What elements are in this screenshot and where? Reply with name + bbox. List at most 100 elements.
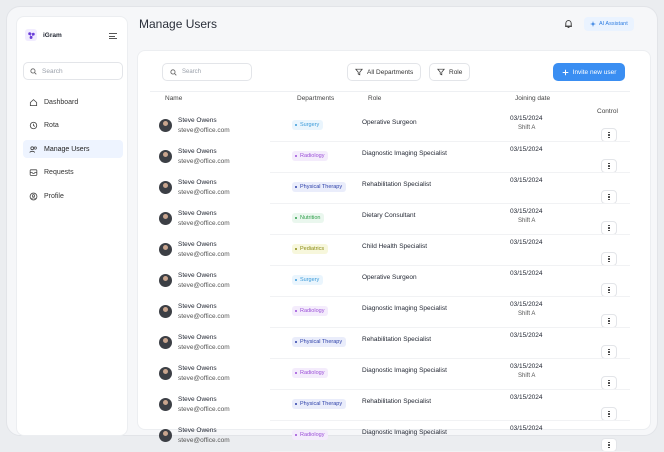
shift-label: Shift A	[518, 311, 536, 317]
filter-icon	[355, 68, 363, 76]
avatar	[159, 429, 172, 442]
row-actions-button[interactable]	[601, 314, 617, 328]
user-role: Rehabilitation Specialist	[362, 336, 432, 343]
table-row: Steve Owens steve@office.com Physical Ther…	[0, 328, 664, 359]
joining-date: 03/15/2024	[510, 394, 543, 401]
row-actions-button[interactable]	[601, 159, 617, 173]
table-row: Steve Owens steve@office.com Surgery Operat…	[0, 111, 664, 142]
table-row: Steve Owens steve@office.com Pediatrics Chi…	[0, 235, 664, 266]
sidebar-item-label: Dashboard	[44, 98, 79, 106]
user-name: Steve Owens	[178, 148, 217, 155]
search-icon	[30, 67, 37, 75]
kebab-dot	[608, 229, 610, 232]
user-name: Steve Owens	[178, 241, 217, 248]
kebab-dot	[608, 162, 610, 165]
kebab-dot	[608, 196, 610, 198]
home-icon	[29, 98, 38, 106]
row-actions-button[interactable]	[601, 376, 617, 390]
user-role: Operative Surgeon	[362, 274, 417, 281]
joining-date: 03/15/2024	[510, 363, 543, 370]
row-actions-button[interactable]	[601, 252, 617, 266]
department-badge: Radiology	[292, 306, 329, 316]
user-email: steve@office.com	[178, 220, 230, 227]
kebab-dot	[608, 224, 610, 227]
table-row: Steve Owens steve@office.com Surgery Operat…	[0, 266, 664, 297]
invite-user-button[interactable]: Invite new user	[553, 63, 625, 81]
user-email: steve@office.com	[178, 437, 230, 444]
user-role: Operative Surgeon	[362, 119, 417, 126]
row-actions-button[interactable]	[601, 221, 617, 235]
avatar	[159, 274, 172, 287]
kebab-dot	[608, 415, 610, 418]
ai-assistant-button[interactable]: AI Assistant	[584, 17, 634, 31]
joining-date: 03/15/2024	[510, 332, 543, 339]
sidebar-search-placeholder: Search	[42, 67, 63, 75]
kebab-dot	[608, 131, 610, 134]
table-row: Steve Owens steve@office.com Radiology Diag…	[0, 142, 664, 173]
row-actions-button[interactable]	[601, 438, 617, 452]
header-divider	[150, 91, 630, 92]
kebab-dot	[608, 441, 610, 444]
kebab-dot	[608, 134, 610, 136]
departments-filter-label: All Departments	[367, 68, 414, 76]
joining-date: 03/15/2024	[510, 208, 543, 215]
user-role: Rehabilitation Specialist	[362, 398, 432, 405]
department-badge: Physical Therapy	[292, 182, 347, 192]
kebab-dot	[608, 353, 610, 356]
sidebar-search-input[interactable]: Search	[23, 62, 123, 80]
ai-assistant-label: AI Assistant	[599, 21, 628, 27]
menu-toggle-icon[interactable]	[109, 33, 117, 39]
table-row: Steve Owens steve@office.com Radiology Diag…	[0, 421, 664, 452]
department-badge: Surgery	[292, 275, 324, 285]
table-row: Steve Owens steve@office.com Radiology Diag…	[0, 359, 664, 390]
user-name: Steve Owens	[178, 303, 217, 310]
avatar	[159, 305, 172, 318]
user-name: Steve Owens	[178, 272, 217, 279]
user-role: Rehabilitation Specialist	[362, 181, 432, 188]
role-filter-label: Role	[449, 68, 463, 76]
invite-user-label: Invite new user	[572, 68, 617, 76]
plus-icon	[562, 69, 568, 75]
department-badge: Radiology	[292, 368, 329, 378]
row-actions-button[interactable]	[601, 407, 617, 421]
departments-filter[interactable]: All Departments	[347, 63, 422, 81]
role-filter[interactable]: Role	[429, 63, 471, 81]
department-badge: Radiology	[292, 430, 329, 440]
kebab-dot	[608, 286, 610, 289]
kebab-dot	[608, 382, 610, 384]
user-name: Steve Owens	[178, 396, 217, 403]
kebab-dot	[608, 413, 610, 415]
row-actions-button[interactable]	[601, 283, 617, 297]
user-role: Diagnostic Imaging Specialist	[362, 150, 447, 157]
kebab-dot	[608, 167, 610, 170]
column-header-role: Role	[368, 95, 382, 102]
kebab-dot	[608, 198, 610, 201]
users-search-input[interactable]: Search	[162, 63, 252, 81]
kebab-dot	[608, 289, 610, 291]
row-actions-button[interactable]	[601, 190, 617, 204]
sidebar-item-dashboard[interactable]: Dashboard	[23, 93, 123, 111]
user-name: Steve Owens	[178, 427, 217, 434]
column-header-joining-date: Joining date	[515, 95, 551, 102]
bell-icon[interactable]	[564, 19, 573, 29]
kebab-dot	[608, 444, 610, 446]
row-actions-button[interactable]	[601, 345, 617, 359]
kebab-dot	[608, 260, 610, 263]
user-email: steve@office.com	[178, 189, 230, 196]
kebab-dot	[608, 384, 610, 387]
kebab-dot	[608, 320, 610, 322]
row-actions-button[interactable]	[601, 128, 617, 142]
joining-date: 03/15/2024	[510, 177, 543, 184]
department-badge: Physical Therapy	[292, 399, 347, 409]
user-name: Steve Owens	[178, 179, 217, 186]
avatar	[159, 367, 172, 380]
avatar	[159, 398, 172, 411]
page-title: Manage Users	[139, 17, 218, 31]
brand[interactable]: iGram	[25, 29, 62, 41]
joining-date: 03/15/2024	[510, 425, 543, 432]
user-email: steve@office.com	[178, 406, 230, 413]
department-badge: Nutrition	[292, 213, 325, 223]
table-row: Steve Owens steve@office.com Nutrition Diet…	[0, 204, 664, 235]
joining-date: 03/15/2024	[510, 301, 543, 308]
kebab-dot	[608, 317, 610, 320]
